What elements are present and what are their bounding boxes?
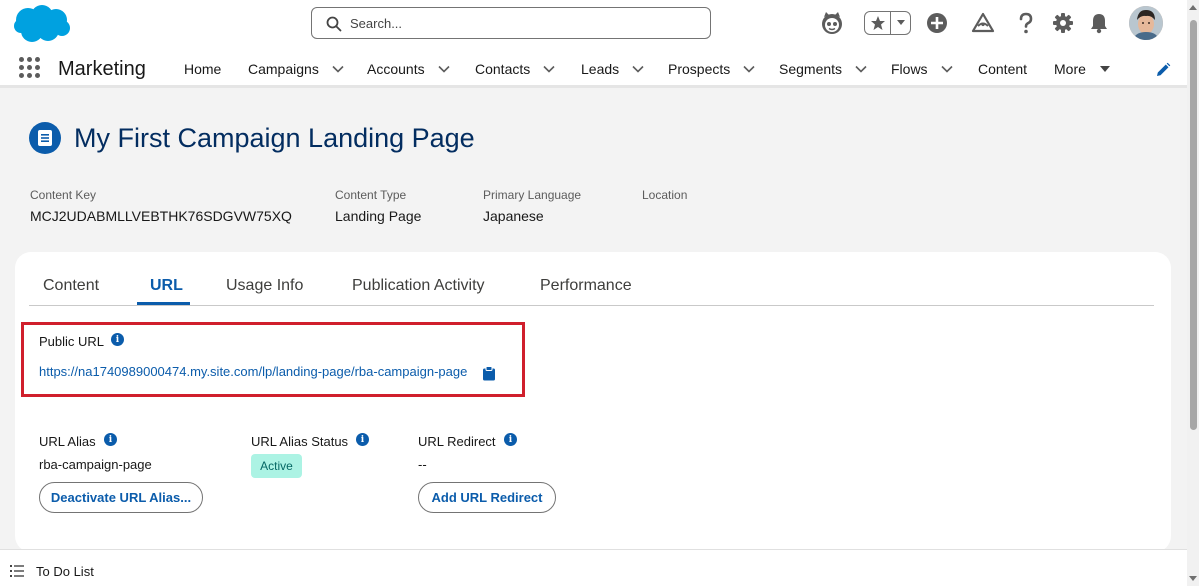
info-icon[interactable]: i	[111, 333, 124, 346]
content-record-icon	[29, 122, 61, 154]
trailhead-icon[interactable]	[970, 10, 996, 36]
nav-item-label: Accounts	[367, 61, 425, 77]
field-label: Location	[642, 188, 688, 202]
nav-item-label: Campaigns	[248, 61, 319, 77]
nav-item-label: Segments	[779, 61, 843, 77]
public-url-label: Public URL	[39, 334, 105, 349]
nav-item-contacts[interactable]: Contacts	[475, 61, 556, 77]
search-input[interactable]	[350, 13, 690, 33]
global-header	[0, 0, 1199, 48]
salesforce-logo[interactable]	[12, 4, 72, 44]
todo-list-label[interactable]: To Do List	[36, 564, 94, 579]
info-icon[interactable]: i	[104, 433, 117, 446]
tab-usage-info[interactable]: Usage Info	[226, 277, 303, 295]
assistant-icon[interactable]	[819, 10, 845, 36]
field-primary-language: Primary Language Japanese	[483, 188, 581, 224]
tab-content[interactable]: Content	[43, 277, 99, 295]
nav-item-prospects[interactable]: Prospects	[668, 61, 756, 77]
nav-item-more[interactable]: More	[1054, 61, 1112, 77]
chevron-down-icon[interactable]	[542, 62, 556, 76]
url-redirect-label: URL Redirect	[418, 434, 496, 449]
nav-item-campaigns[interactable]: Campaigns	[248, 61, 345, 77]
nav-item-label: Content	[978, 61, 1028, 77]
help-icon[interactable]	[1013, 10, 1039, 36]
field-label: Content Key	[30, 188, 97, 202]
info-icon[interactable]: i	[356, 433, 369, 446]
tab-url[interactable]: URL	[150, 277, 183, 295]
nav-item-label: Prospects	[668, 61, 731, 77]
scroll-up-arrow-icon[interactable]	[1189, 4, 1197, 12]
favorites-star-icon[interactable]	[865, 12, 891, 34]
edit-nav-pencil-icon[interactable]	[1155, 62, 1171, 78]
nav-item-label: More	[1054, 61, 1086, 77]
utility-bar: To Do List	[0, 549, 1199, 586]
url-redirect-value: --	[418, 457, 427, 472]
status-badge: Active	[251, 454, 302, 478]
info-icon[interactable]: i	[504, 433, 517, 446]
field-value: Japanese	[483, 208, 544, 224]
nav-item-label: Flows	[891, 61, 928, 77]
global-search[interactable]	[311, 7, 711, 39]
favorites-group	[864, 11, 911, 35]
nav-item-flows[interactable]: Flows	[891, 61, 954, 77]
add-url-redirect-button[interactable]: Add URL Redirect	[418, 482, 556, 513]
notifications-bell-icon[interactable]	[1086, 10, 1112, 36]
field-label: Content Type	[335, 188, 407, 202]
caret-down-icon	[1099, 66, 1110, 72]
nav-item-segments[interactable]: Segments	[779, 61, 868, 77]
field-value: MCJ2UDABMLLVEBTHK76SDGVW75XQ	[30, 208, 292, 224]
favorites-menu-icon[interactable]	[891, 12, 910, 34]
search-icon	[326, 16, 342, 32]
tab-publication-activity[interactable]: Publication Activity	[352, 277, 485, 295]
field-label: Primary Language	[483, 188, 582, 202]
nav-item-content[interactable]: Content	[978, 61, 1027, 77]
chevron-down-icon[interactable]	[331, 62, 345, 76]
todo-list-icon	[10, 565, 24, 577]
app-launcher-icon[interactable]	[19, 57, 41, 79]
setup-gear-icon[interactable]	[1050, 10, 1076, 36]
chevron-down-icon[interactable]	[742, 62, 756, 76]
nav-item-leads[interactable]: Leads	[581, 61, 645, 77]
page-scrollbar[interactable]	[1187, 0, 1199, 586]
chevron-down-icon[interactable]	[940, 62, 954, 76]
nav-item-accounts[interactable]: Accounts	[367, 61, 451, 77]
tab-performance[interactable]: Performance	[540, 277, 632, 295]
url-alias-value: rba-campaign-page	[39, 457, 152, 472]
chevron-down-icon[interactable]	[437, 62, 451, 76]
scrollbar-thumb[interactable]	[1190, 20, 1197, 430]
page-title: My First Campaign Landing Page	[74, 123, 475, 153]
field-value: Landing Page	[335, 208, 422, 224]
active-tab-indicator	[137, 302, 190, 305]
field-content-key: Content Key MCJ2UDABMLLVEBTHK76SDGVW75XQ	[30, 188, 292, 224]
url-alias-status-label: URL Alias Status	[251, 434, 349, 449]
public-url-link[interactable]: https://na1740989000474.my.site.com/lp/l…	[39, 364, 467, 379]
add-icon[interactable]	[924, 10, 950, 36]
field-location: Location	[642, 188, 687, 208]
url-alias-label: URL Alias	[39, 434, 96, 449]
nav-item-home[interactable]: Home	[184, 61, 221, 77]
chevron-down-icon[interactable]	[854, 62, 868, 76]
app-nav-bar: Marketing Home Campaigns Accounts Contac…	[0, 48, 1199, 88]
field-content-type: Content Type Landing Page	[335, 188, 421, 224]
tab-bar: Content URL Usage Info Publication Activ…	[29, 267, 1154, 306]
nav-item-label: Contacts	[475, 61, 531, 77]
chevron-down-icon[interactable]	[631, 62, 645, 76]
copy-clipboard-icon[interactable]	[482, 366, 496, 381]
nav-item-label: Home	[184, 61, 222, 77]
deactivate-url-alias-button[interactable]: Deactivate URL Alias...	[39, 482, 203, 513]
nav-item-label: Leads	[581, 61, 620, 77]
scroll-down-arrow-icon[interactable]	[1189, 574, 1197, 582]
avatar[interactable]	[1129, 6, 1163, 40]
app-name: Marketing	[58, 58, 146, 80]
